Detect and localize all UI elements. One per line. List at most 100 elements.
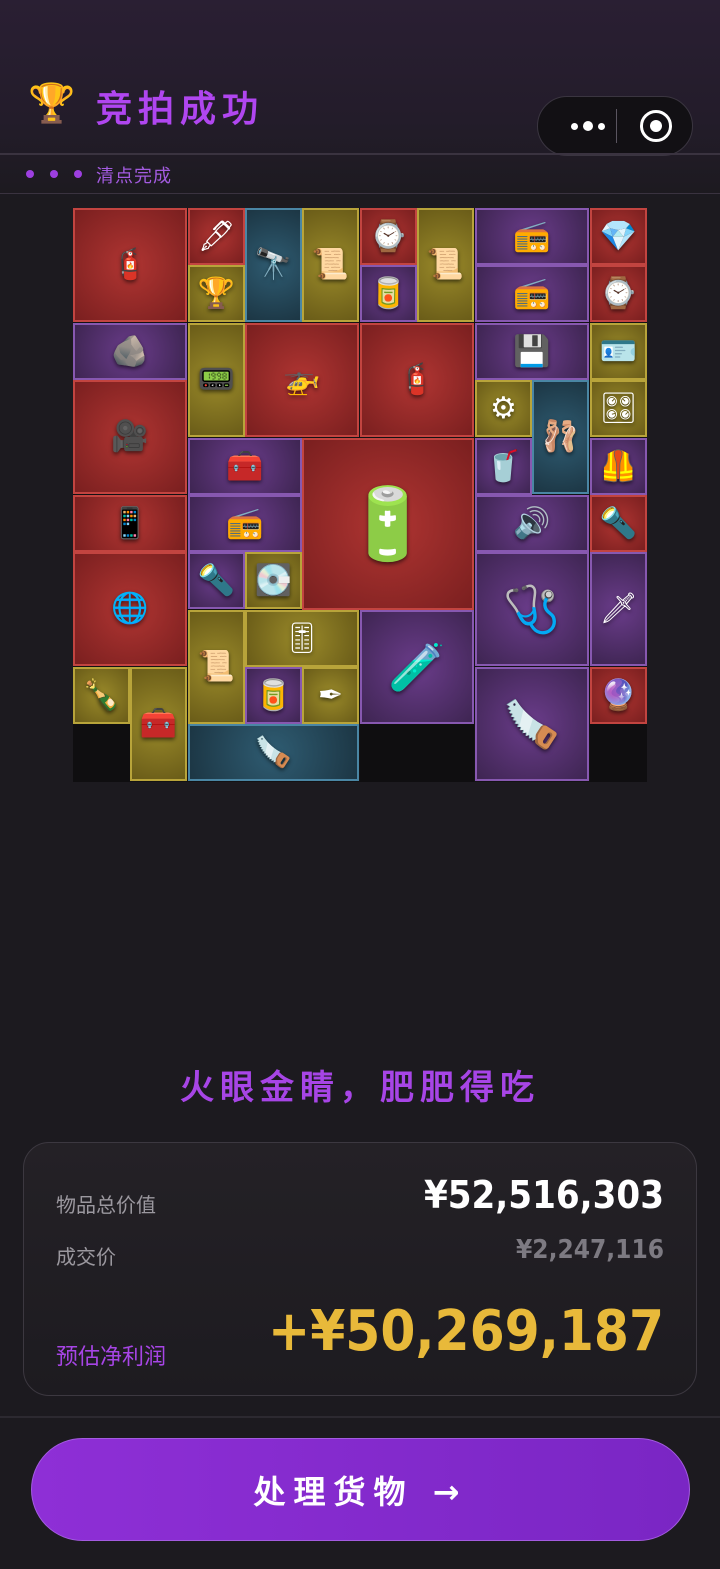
drone-icon: 🚁 [283, 362, 321, 397]
process-goods-button[interactable]: 处理货物 → [31, 1438, 690, 1541]
trophy-icon: 🏆 [28, 81, 76, 125]
mini-program-capsule [537, 96, 693, 156]
more-icon[interactable] [556, 97, 620, 155]
radio-icon: 📻 [513, 275, 551, 311]
grid-item[interactable]: 🧯 [73, 208, 187, 322]
grid-item[interactable]: 🥤 [475, 438, 532, 495]
grid-item[interactable]: 🥫 [245, 667, 302, 724]
grid-item[interactable]: 🧪 [360, 610, 474, 724]
can-icon: 🥤 [484, 448, 523, 484]
status-text: 清点完成 [96, 166, 172, 187]
grid-item[interactable]: 🎚 [245, 610, 359, 667]
grid-item[interactable]: 🪚 [188, 724, 359, 781]
grid-item[interactable]: 🧰 [188, 438, 302, 495]
walkie-talkie-icon: 📟 [197, 362, 236, 397]
grid-item[interactable]: 📜 [188, 610, 245, 724]
grid-item[interactable]: ⌚ [590, 265, 647, 322]
loot-grid: 🧯 🖋 🔭 📜 ⌚ 📜 📻 💎 🏆 🥫 📻 ⌚ 🪨 📟 🚁 🧯 💾 🪪 🎥 ⚙ … [73, 208, 647, 782]
grid-item[interactable]: 🔊 [475, 495, 589, 552]
grid-item[interactable]: 🎥 [73, 380, 187, 494]
grid-item[interactable]: 🔦 [188, 552, 245, 609]
empty-slot[interactable] [360, 724, 417, 782]
grid-item[interactable]: 📜 [417, 208, 474, 322]
dancer-statue-icon: 🩰 [541, 419, 580, 454]
bracelet-icon: ⌚ [599, 275, 638, 311]
grid-item[interactable]: 📟 [188, 323, 245, 437]
snack-icon: 🥫 [254, 677, 293, 713]
grid-item[interactable]: 💽 [245, 552, 302, 609]
header-divider [0, 153, 720, 155]
grid-item[interactable]: ✒ [302, 667, 359, 724]
snack-icon: 🥫 [369, 275, 408, 311]
deal-price-label: 成交价 [56, 1245, 116, 1269]
grid-item[interactable]: 🍾 [73, 667, 130, 724]
grid-item[interactable]: 📻 [475, 208, 589, 265]
map-icon: 📜 [311, 247, 350, 282]
profit-label: 预估净利润 [56, 1345, 167, 1370]
footer-divider [0, 1416, 720, 1418]
grid-item[interactable]: 💾 [475, 323, 589, 380]
grid-item[interactable]: 🥫 [360, 265, 417, 322]
grid-item[interactable]: 📜 [302, 208, 359, 322]
flashlight-icon: 🔦 [197, 562, 236, 598]
tool-case-icon: 🧰 [139, 706, 178, 741]
header: 🏆 竞拍成功 清点完成 [0, 0, 720, 195]
grid-item[interactable]: 🏆 [188, 265, 245, 322]
grid-item[interactable]: 📻 [188, 495, 302, 552]
empty-slot[interactable] [590, 724, 647, 782]
grid-item[interactable]: 🩰 [532, 380, 589, 494]
map-icon: 📜 [426, 247, 465, 282]
status-dots-icon [26, 170, 82, 178]
grid-item[interactable]: ⌚ [360, 208, 417, 265]
deal-price: ¥2,247,116 [516, 1235, 664, 1265]
page-title: 竞拍成功 [96, 89, 265, 130]
grid-item[interactable]: 🪚 [475, 667, 589, 781]
map-icon: 📜 [197, 649, 236, 684]
gas-canister-icon: 🧯 [111, 247, 149, 282]
radio-icon: 📻 [513, 218, 551, 254]
grid-item[interactable]: 🦺 [590, 438, 647, 495]
grid-item[interactable]: 🌐 [73, 552, 187, 666]
grid-item[interactable]: 🔦 [590, 495, 647, 552]
grid-item[interactable]: 🖋 [188, 208, 245, 265]
grid-item[interactable]: 🧯 [360, 323, 474, 437]
saw-icon: 🪚 [254, 734, 293, 770]
armillary-sphere-icon: 🌐 [111, 591, 149, 626]
grid-item[interactable]: 🧰 [130, 667, 187, 781]
vest-icon: 🦺 [599, 448, 638, 484]
dagger-icon: 🗡 [599, 591, 638, 626]
grid-item[interactable]: 🪪 [590, 323, 647, 380]
grid-item[interactable]: 🎛 [590, 380, 647, 437]
watch-icon: ⌚ [369, 218, 408, 254]
controller-icon: 🎛 [599, 390, 638, 426]
telescope-icon: 🔭 [254, 247, 293, 282]
grid-item[interactable]: 🔭 [245, 208, 302, 322]
close-target-icon[interactable] [640, 110, 672, 142]
summary-card: 物品总价值 ¥52,516,303 成交价 ¥2,247,116 预估净利润 +… [23, 1142, 697, 1396]
grid-item[interactable]: 🗡 [590, 552, 647, 666]
liquor-icon: 🍾 [82, 677, 121, 713]
grid-item[interactable]: 🩺 [475, 552, 589, 666]
grid-item[interactable]: 💎 [590, 208, 647, 265]
camcorder-icon: 🎥 [111, 419, 149, 454]
hard-drive-icon: 💽 [254, 562, 293, 598]
orb-icon: 🔮 [599, 677, 638, 713]
slogan: 火眼金睛，肥肥得吃 [180, 1068, 540, 1108]
grid-item[interactable]: 🔮 [590, 667, 647, 724]
grid-item[interactable]: 🪨 [73, 323, 187, 380]
grid-item[interactable]: 📻 [475, 265, 589, 322]
radio-icon: 📻 [226, 505, 264, 541]
trophy-cup-icon: 🏆 [197, 275, 236, 311]
pen-icon: 🖋 [197, 218, 236, 254]
id-card-icon: 🪪 [599, 333, 638, 369]
empty-slot[interactable] [417, 724, 474, 782]
gas-canister-icon: 🧯 [398, 362, 436, 397]
grid-item[interactable]: 📱 [73, 495, 187, 552]
grid-item[interactable]: 🚁 [245, 323, 359, 437]
pens-icon: ✒ [317, 677, 344, 713]
grid-item[interactable]: 🔋 [302, 438, 474, 610]
reactor-core-icon: 🔋 [344, 483, 432, 565]
empty-slot[interactable] [73, 724, 130, 782]
grid-item[interactable]: ⚙ [475, 380, 532, 437]
profit-value: +¥50,269,187 [268, 1299, 664, 1364]
